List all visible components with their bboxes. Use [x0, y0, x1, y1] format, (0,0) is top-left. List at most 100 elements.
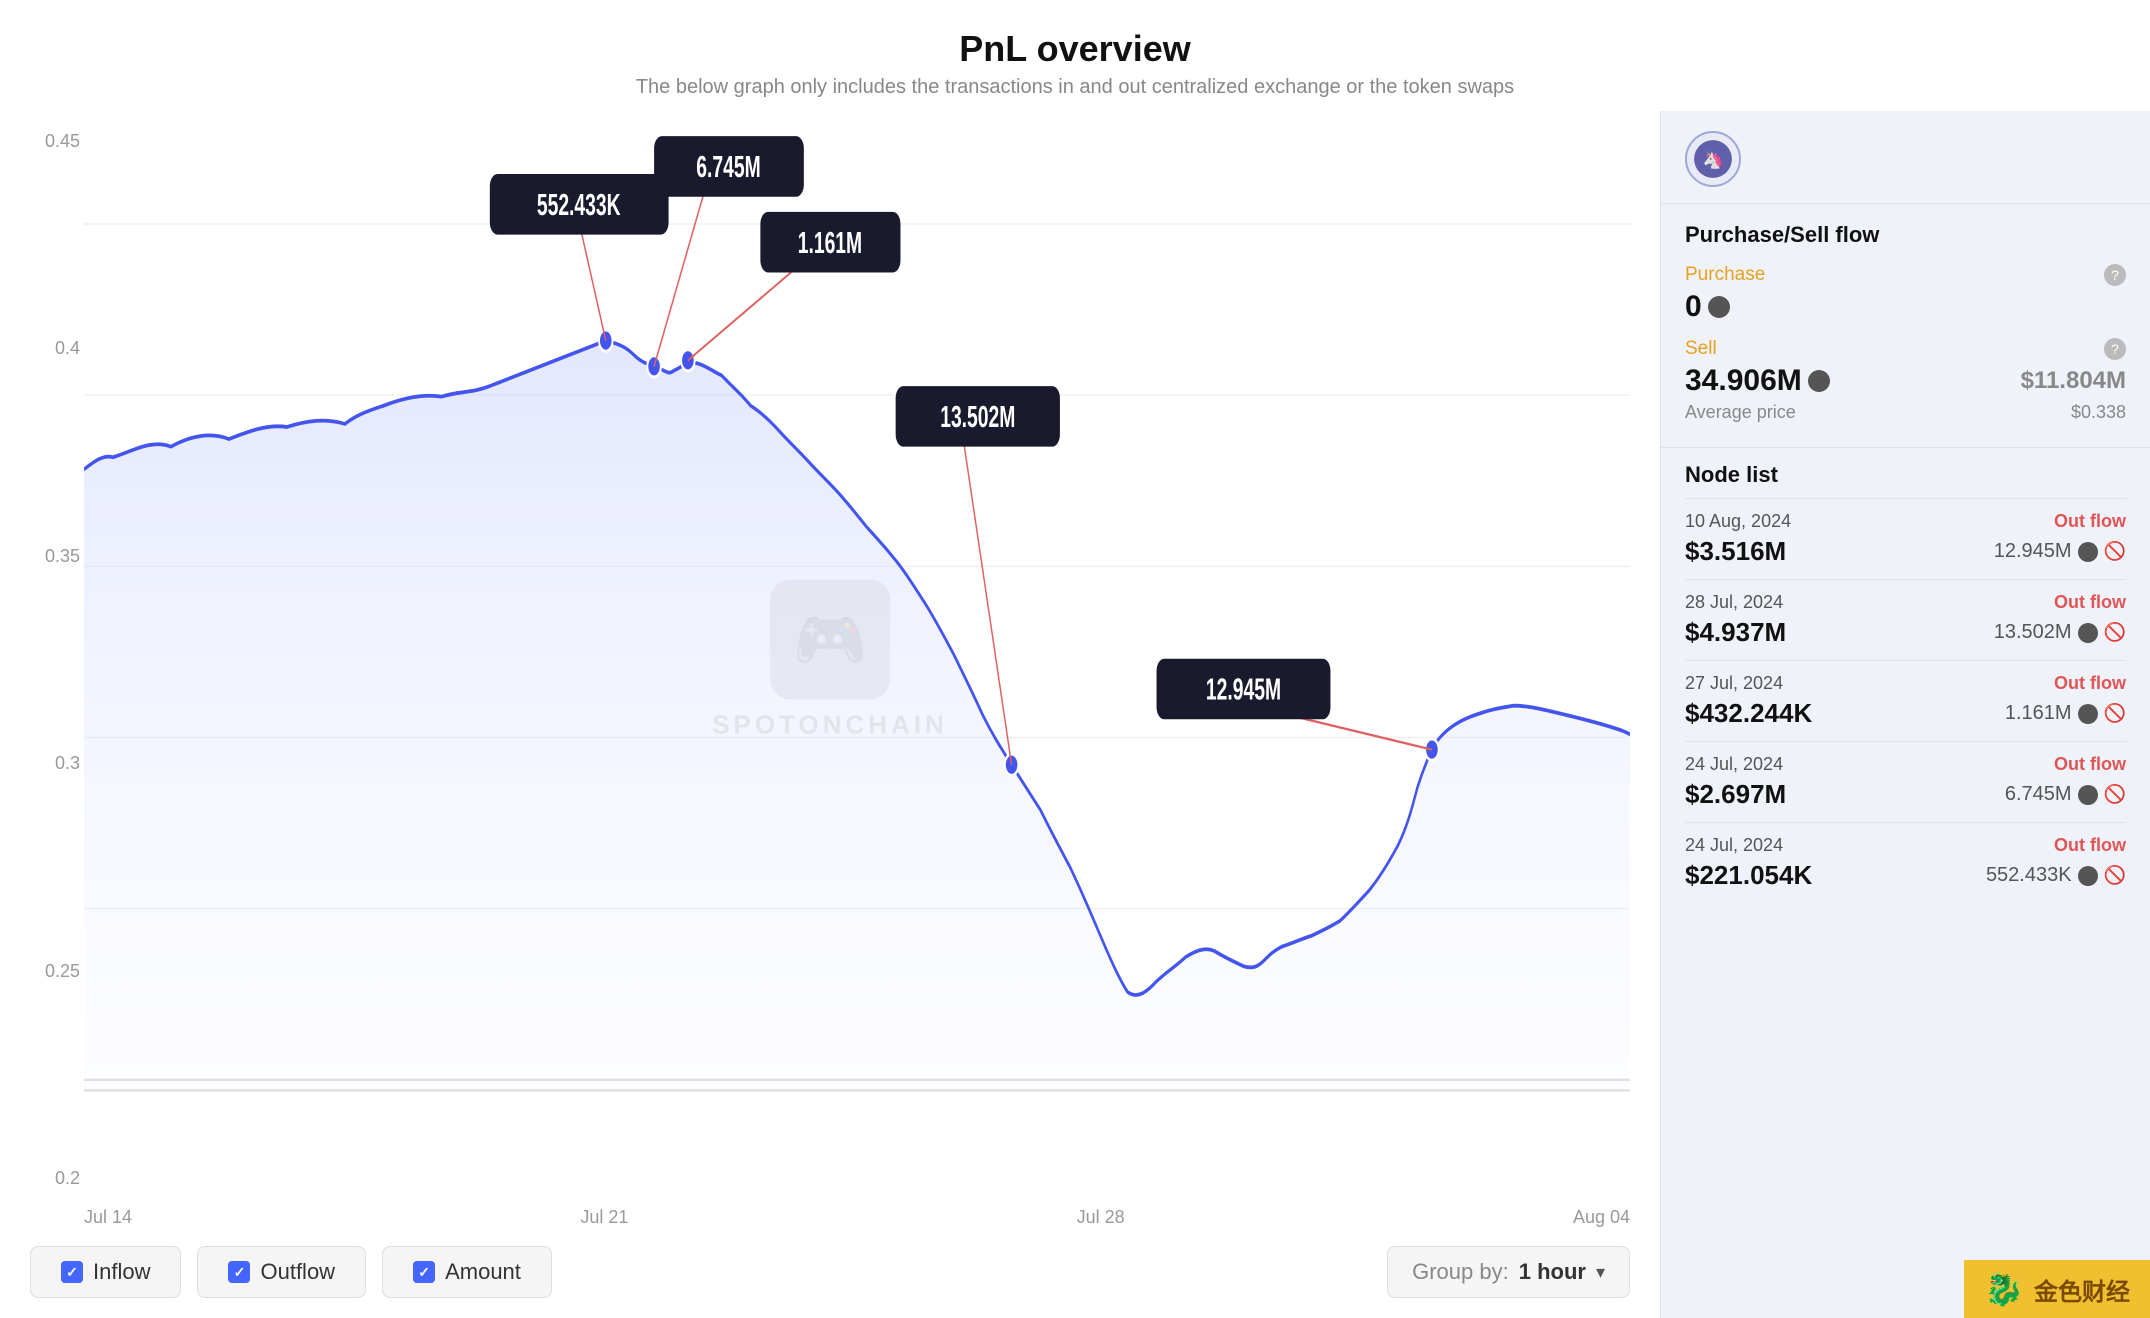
svg-text:1.161M: 1.161M	[798, 227, 862, 260]
y-label-5: 0.25	[30, 961, 80, 982]
node-item: 24 Jul, 2024 Out flow $221.054K 552.433K…	[1685, 822, 2126, 903]
node-amount-usd-4: $221.054K	[1685, 860, 1812, 891]
node-token-amount-0: 12.945M 🚫	[1994, 540, 2126, 563]
node-token-icon-0	[2078, 542, 2098, 562]
sell-value: 34.906M	[1685, 364, 1830, 398]
purchase-sell-title: Purchase/Sell flow	[1685, 222, 2126, 248]
node-bottom-row-3: $2.697M 6.745M 🚫	[1685, 779, 2126, 810]
sell-label-row: Sell ?	[1685, 338, 2126, 360]
node-token-value-0: 12.945M	[1994, 540, 2072, 563]
node-flow-type-2: Out flow	[2054, 673, 2126, 694]
x-label-4: Aug 04	[1573, 1207, 1630, 1228]
y-label-3: 0.35	[30, 546, 80, 567]
node-token-icon-1	[2078, 623, 2098, 643]
node-token-amount-3: 6.745M 🚫	[2005, 783, 2126, 806]
node-hide-icon-1[interactable]: 🚫	[2104, 622, 2126, 643]
node-token-icon-3	[2078, 785, 2098, 805]
node-amount-usd-2: $432.244K	[1685, 698, 1812, 729]
node-token-icon-4	[2078, 866, 2098, 886]
svg-text:552.433K: 552.433K	[537, 189, 621, 222]
inflow-label: Inflow	[93, 1259, 150, 1285]
purchase-label-row: Purchase ?	[1685, 264, 2126, 286]
outflow-checkbox[interactable]: Outflow	[197, 1246, 366, 1298]
node-hide-icon-3[interactable]: 🚫	[2104, 784, 2126, 805]
node-top-row-2: 27 Jul, 2024 Out flow	[1685, 673, 2126, 694]
purchase-value: 0	[1685, 290, 1730, 324]
node-date-0: 10 Aug, 2024	[1685, 511, 1791, 532]
node-bottom-row-2: $432.244K 1.161M 🚫	[1685, 698, 2126, 729]
inflow-checkbox-box	[61, 1261, 83, 1283]
amount-label: Amount	[445, 1259, 521, 1285]
page-subtitle: The below graph only includes the transa…	[0, 76, 2150, 99]
node-flow-type-3: Out flow	[2054, 754, 2126, 775]
purchase-card: Purchase ? 0	[1685, 264, 2126, 324]
node-item: 27 Jul, 2024 Out flow $432.244K 1.161M 🚫	[1685, 660, 2126, 741]
node-token-value-2: 1.161M	[2005, 702, 2072, 725]
node-top-row-3: 24 Jul, 2024 Out flow	[1685, 754, 2126, 775]
node-token-amount-4: 552.433K 🚫	[1986, 864, 2126, 887]
y-label-6: 0.2	[30, 1168, 80, 1189]
node-token-icon-2	[2078, 704, 2098, 724]
node-hide-icon-4[interactable]: 🚫	[2104, 865, 2126, 886]
x-label-2: Jul 21	[580, 1207, 628, 1228]
purchase-value-row: 0	[1685, 290, 2126, 324]
main-content: 0.45 0.4 0.35 0.3 0.25 0.2	[0, 111, 2150, 1318]
page-header: PnL overview The below graph only includ…	[0, 0, 2150, 111]
x-label-1: Jul 14	[84, 1207, 132, 1228]
node-item: 10 Aug, 2024 Out flow $3.516M 12.945M 🚫	[1685, 498, 2126, 579]
sell-token-icon	[1808, 370, 1830, 392]
svg-text:13.502M: 13.502M	[940, 401, 1015, 434]
node-list-title: Node list	[1685, 462, 2126, 488]
node-top-row-1: 28 Jul, 2024 Out flow	[1685, 592, 2126, 613]
avg-price-label: Average price	[1685, 402, 1796, 423]
token-header: 🦄	[1661, 111, 2150, 204]
avg-price-row: Average price $0.338	[1685, 402, 2126, 423]
purchase-token-icon	[1708, 296, 1730, 318]
node-flow-type-0: Out flow	[2054, 511, 2126, 532]
outflow-label: Outflow	[260, 1259, 335, 1285]
node-top-row-0: 10 Aug, 2024 Out flow	[1685, 511, 2126, 532]
node-token-amount-2: 1.161M 🚫	[2005, 702, 2126, 725]
inflow-checkbox[interactable]: Inflow	[30, 1246, 181, 1298]
node-token-value-4: 552.433K	[1986, 864, 2072, 887]
svg-text:12.945M: 12.945M	[1206, 673, 1281, 706]
amount-checkbox[interactable]: Amount	[382, 1246, 552, 1298]
sell-value-usd: $11.804M	[2021, 367, 2126, 395]
brand-logo: 🐉	[1984, 1270, 2024, 1308]
node-date-2: 27 Jul, 2024	[1685, 673, 1783, 694]
node-date-3: 24 Jul, 2024	[1685, 754, 1783, 775]
node-bottom-row-1: $4.937M 13.502M 🚫	[1685, 617, 2126, 648]
y-axis: 0.45 0.4 0.35 0.3 0.25 0.2	[30, 121, 84, 1199]
node-item: 28 Jul, 2024 Out flow $4.937M 13.502M 🚫	[1685, 579, 2126, 660]
node-list-section: Node list 10 Aug, 2024 Out flow $3.516M …	[1661, 448, 2150, 903]
node-bottom-row-0: $3.516M 12.945M 🚫	[1685, 536, 2126, 567]
node-amount-usd-1: $4.937M	[1685, 617, 1786, 648]
node-list-container: 10 Aug, 2024 Out flow $3.516M 12.945M 🚫 …	[1685, 498, 2126, 903]
chart-area: 0.45 0.4 0.35 0.3 0.25 0.2	[0, 111, 1660, 1318]
brand-bar: 🐉 金色财经	[1964, 1260, 2150, 1318]
price-chart: 552.433K 6.745M 1.161M 13.502M 12.945M	[84, 121, 1630, 1151]
group-by-prefix: Group by:	[1412, 1259, 1509, 1285]
group-by-selector[interactable]: Group by: 1 hour ▾	[1387, 1246, 1630, 1298]
purchase-help-icon[interactable]: ?	[2104, 264, 2126, 286]
node-bottom-row-4: $221.054K 552.433K 🚫	[1685, 860, 2126, 891]
outflow-checkbox-box	[228, 1261, 250, 1283]
node-flow-type-4: Out flow	[2054, 835, 2126, 856]
token-avatar-icon: 🦄	[1692, 138, 1734, 180]
node-token-amount-1: 13.502M 🚫	[1994, 621, 2126, 644]
node-flow-type-1: Out flow	[2054, 592, 2126, 613]
svg-text:🦄: 🦄	[1703, 149, 1724, 169]
node-hide-icon-0[interactable]: 🚫	[2104, 541, 2126, 562]
y-label-2: 0.4	[30, 338, 80, 359]
sell-label: Sell	[1685, 338, 1717, 360]
node-token-value-3: 6.745M	[2005, 783, 2072, 806]
purchase-sell-section: Purchase/Sell flow Purchase ? 0 Sell	[1661, 204, 2150, 448]
chart-container: 0.45 0.4 0.35 0.3 0.25 0.2	[30, 121, 1630, 1199]
sell-help-icon[interactable]: ?	[2104, 338, 2126, 360]
node-hide-icon-2[interactable]: 🚫	[2104, 703, 2126, 724]
y-label-1: 0.45	[30, 131, 80, 152]
svg-text:6.745M: 6.745M	[696, 151, 760, 184]
node-date-1: 28 Jul, 2024	[1685, 592, 1783, 613]
page-title: PnL overview	[0, 28, 2150, 70]
group-by-dropdown-arrow: ▾	[1596, 1262, 1605, 1283]
